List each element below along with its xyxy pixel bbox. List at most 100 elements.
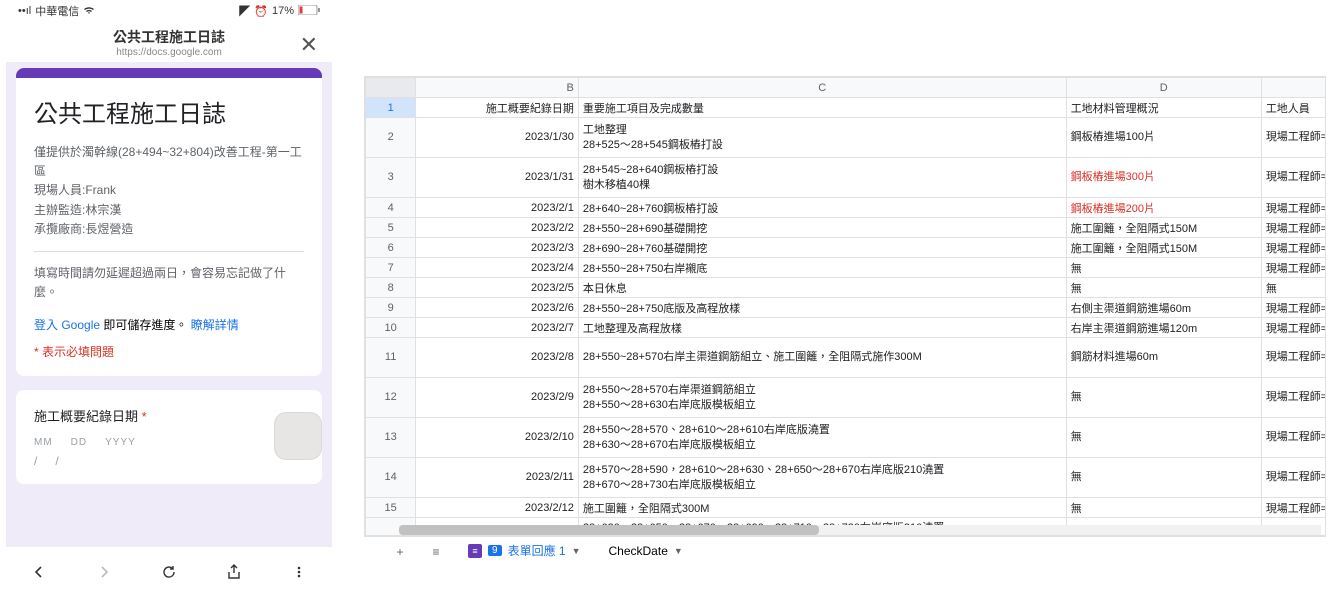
row-number[interactable]: 10 [366,318,416,338]
cell[interactable]: 28+550～28+570右岸渠道鋼筋組立28+550～28+630右岸底版模板… [578,378,1066,418]
cell[interactable]: 施工圍籬，全阻隔式150M [1066,238,1261,258]
cell[interactable]: 28+550~28+570右岸主渠道鋼筋組立、施工圍籬，全阻隔式施作300M [578,338,1066,378]
cell[interactable]: 2023/2/11 [416,458,579,498]
row-number[interactable]: 5 [366,218,416,238]
cell[interactable]: 無 [1066,418,1261,458]
cell[interactable]: 28+690~28+760基礎開挖 [578,238,1066,258]
cell[interactable]: 28+550~28+750底版及高程放樣 [578,298,1066,318]
browser-url-bar[interactable]: 公共工程施工日誌 https://docs.google.com ✕ [6,22,332,62]
cell[interactable]: 28+550~28+690基礎開挖 [578,218,1066,238]
cell[interactable]: 工地整理及高程放樣 [578,318,1066,338]
cell[interactable]: 28+550~28+750右岸襯底 [578,258,1066,278]
cell[interactable]: 28+545~28+640鋼板樁打設樹木移植40棵 [578,158,1066,198]
horizontal-scrollbar[interactable] [399,525,1321,535]
cell[interactable]: 28+550～28+570、28+610～28+610右岸底版澆置28+630～… [578,418,1066,458]
row-number[interactable]: 14 [366,458,416,498]
signin-link[interactable]: 登入 Google [34,318,100,332]
cell[interactable]: 現場工程師=1、普通工=2 [1261,318,1325,338]
spreadsheet[interactable]: B C D E F 1施工概要紀錄日期重要施工項目及完成數量工地材料管理概況工地… [364,76,1326,536]
cell[interactable]: 2023/2/12 [416,498,579,518]
grid[interactable]: B C D E F 1施工概要紀錄日期重要施工項目及完成數量工地材料管理概況工地… [365,77,1325,535]
cell[interactable]: 現場工程師=1、普通工=3、機械操作工=1 [1261,298,1325,318]
learn-more-link[interactable]: 瞭解詳情 [191,318,239,332]
row-number[interactable]: 12 [366,378,416,418]
cell[interactable]: 現場工程師=1、普通工=3 [1261,258,1325,278]
cell[interactable]: 本日休息 [578,278,1066,298]
cell[interactable]: 2023/2/10 [416,418,579,458]
col-header-C[interactable]: C [578,78,1066,98]
date-input-row[interactable]: / / [34,454,304,468]
cell[interactable]: 施工圍籬，全阻隔式150M [1066,218,1261,238]
row-number[interactable]: 8 [366,278,416,298]
share-button[interactable] [222,560,246,584]
close-icon[interactable]: ✕ [300,32,318,58]
cell[interactable]: 重要施工項目及完成數量 [578,98,1066,118]
cell[interactable]: 2023/2/9 [416,378,579,418]
table-row[interactable]: 152023/2/12施工圍籬，全阻隔式300M無現場工程師=1、普通工=3無 [366,498,1326,518]
cell[interactable]: 工地材料管理概況 [1066,98,1261,118]
table-row[interactable]: 92023/2/628+550~28+750底版及高程放樣右側主渠道鋼筋進場60… [366,298,1326,318]
table-row[interactable]: 72023/2/428+550~28+750右岸襯底無現場工程師=1、普通工=3… [366,258,1326,278]
forward-button[interactable] [92,560,116,584]
cell[interactable]: 鋼板樁進場100片 [1066,118,1261,158]
table-row[interactable]: 122023/2/928+550～28+570右岸渠道鋼筋組立28+550～28… [366,378,1326,418]
table-row[interactable]: 112023/2/828+550~28+570右岸主渠道鋼筋組立、施工圍籬，全阻… [366,338,1326,378]
cell[interactable]: 現場工程師=1、鋼筋工=15、模板工=2、普通工 [1261,378,1325,418]
row-number[interactable]: 11 [366,338,416,378]
chevron-down-icon[interactable]: ▼ [674,546,683,556]
cell[interactable]: 2023/2/3 [416,238,579,258]
row-number[interactable]: 9 [366,298,416,318]
cell[interactable]: 現場工程師=1、普通工=3、機械操作工=2 [1261,238,1325,258]
sheet-tab-checkdate[interactable]: CheckDate ▼ [601,539,691,565]
row-number[interactable]: 13 [366,418,416,458]
table-row[interactable]: 102023/2/7工地整理及高程放樣右岸主渠道鋼筋進場120m現場工程師=1、… [366,318,1326,338]
cell[interactable]: 施工概要紀錄日期 [416,98,579,118]
cell[interactable]: 現場工程師=1、普通工=3 [1261,498,1325,518]
cell[interactable]: 工地人員 [1261,98,1325,118]
table-row[interactable]: 32023/1/3128+545~28+640鋼板樁打設樹木移植40棵鋼板樁進場… [366,158,1326,198]
select-all-cell[interactable] [366,78,416,98]
cell[interactable]: 現場工程師=1、普通工=3、機械操作工=4 [1261,198,1325,218]
cell[interactable]: 現場工程師=1、普通工=3、機械操作工=1 [1261,118,1325,158]
cell[interactable]: 2023/2/7 [416,318,579,338]
row-number[interactable]: 1 [366,98,416,118]
row-number[interactable]: 6 [366,238,416,258]
table-row[interactable]: 82023/2/5本日休息無無無 [366,278,1326,298]
cell[interactable]: 2023/2/6 [416,298,579,318]
table-row[interactable]: 52023/2/228+550~28+690基礎開挖施工圍籬，全阻隔式150M現… [366,218,1326,238]
reload-button[interactable] [157,560,181,584]
cell[interactable]: 無 [1066,278,1261,298]
table-row[interactable]: 22023/1/30工地整理28+525～28+545鋼板樁打設鋼板樁進場100… [366,118,1326,158]
cell[interactable]: 無 [1066,378,1261,418]
more-button[interactable] [287,560,311,584]
cell[interactable]: 現場工程師=1、模板工=4、普通工=2 [1261,458,1325,498]
cell[interactable]: 無 [1261,278,1325,298]
table-row[interactable]: 1施工概要紀錄日期重要施工項目及完成數量工地材料管理概況工地人員機具管理 [366,98,1326,118]
row-number[interactable]: 4 [366,198,416,218]
cell[interactable]: 現場工程師=1、模板工=4、普通工=2 [1261,418,1325,458]
cell[interactable]: 2023/1/31 [416,158,579,198]
screen-record-button[interactable] [274,412,322,460]
table-row[interactable]: 62023/2/328+690~28+760基礎開挖施工圍籬，全阻隔式150M現… [366,238,1326,258]
cell[interactable]: 右側主渠道鋼筋進場60m [1066,298,1261,318]
cell[interactable]: 現場工程師=1、普通工=3、機械操作工=1 [1261,158,1325,198]
row-number[interactable]: 15 [366,498,416,518]
cell[interactable]: 2023/2/4 [416,258,579,278]
cell[interactable]: 無 [1066,258,1261,278]
col-header-D[interactable]: D [1066,78,1261,98]
cell[interactable]: 施工圍籬，全阻隔式300M [578,498,1066,518]
row-number[interactable]: 7 [366,258,416,278]
cell[interactable]: 鋼板樁進場300片 [1066,158,1261,198]
row-number[interactable]: 3 [366,158,416,198]
col-header-B[interactable]: B [416,78,579,98]
row-number[interactable]: 2 [366,118,416,158]
table-row[interactable]: 132023/2/1028+550～28+570、28+610～28+610右岸… [366,418,1326,458]
add-sheet-button[interactable]: + [388,540,412,564]
col-header-E[interactable]: E [1261,78,1325,98]
cell[interactable]: 2023/1/30 [416,118,579,158]
cell[interactable]: 2023/2/2 [416,218,579,238]
chevron-down-icon[interactable]: ▼ [572,546,581,556]
back-button[interactable] [27,560,51,584]
cell[interactable]: 鋼板樁進場200片 [1066,198,1261,218]
cell[interactable]: 28+570～28+590，28+610～28+630、28+650～28+67… [578,458,1066,498]
